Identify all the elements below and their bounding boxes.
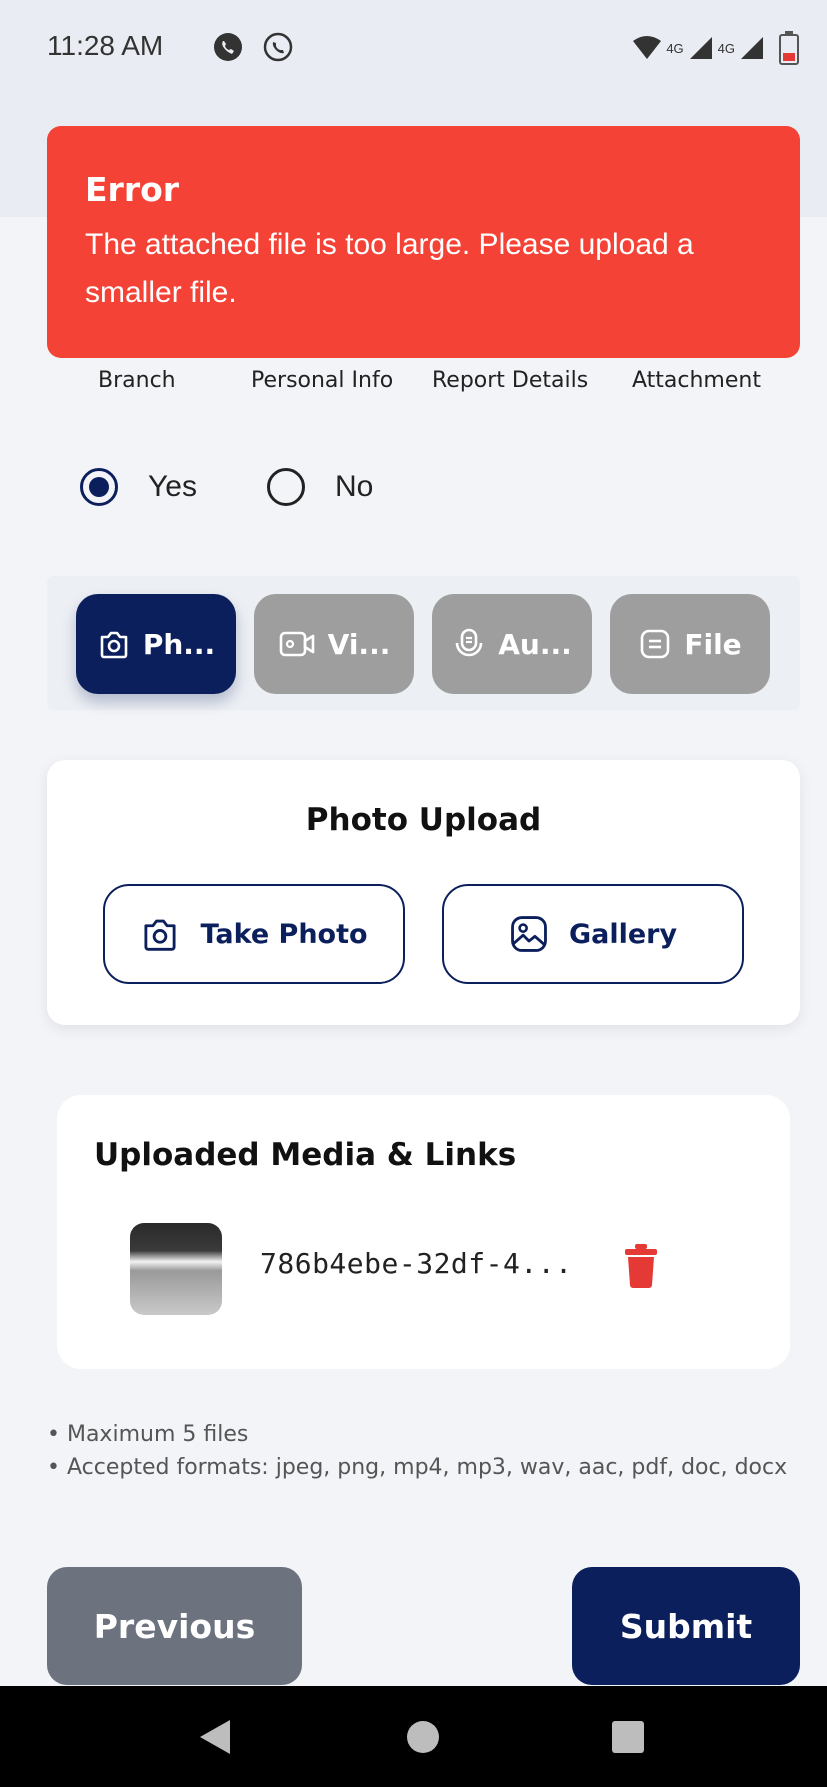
- signal-icon: [741, 37, 763, 59]
- status-time: 11:28 AM: [47, 30, 164, 61]
- tab-audio[interactable]: Au...: [432, 594, 592, 694]
- network-label-1: 4G: [666, 40, 684, 56]
- note-max-files: • Maximum 5 files: [47, 1422, 249, 1447]
- phone-call-icon: [263, 32, 293, 62]
- media-filename: 786b4ebe-32df-4...: [260, 1247, 573, 1280]
- step-personal-info[interactable]: Personal Info: [251, 368, 393, 393]
- uploaded-media-title: Uploaded Media & Links: [94, 1137, 517, 1173]
- step-attachment[interactable]: Attachment: [632, 368, 761, 393]
- gallery-button[interactable]: Gallery: [442, 884, 744, 984]
- gallery-icon: [511, 916, 547, 952]
- stepper: Branch Personal Info Report Details Atta…: [0, 368, 827, 398]
- nav-back-button[interactable]: [175, 1686, 255, 1787]
- tab-file-label: File: [684, 627, 742, 661]
- recents-square-icon: [612, 1720, 644, 1753]
- error-title: Error: [85, 170, 180, 209]
- delete-icon[interactable]: [623, 1243, 659, 1289]
- status-indicators: 4G 4G: [632, 30, 799, 66]
- home-circle-icon: [407, 1720, 439, 1753]
- radio-no-label[interactable]: No: [335, 470, 373, 504]
- note-accepted-formats: • Accepted formats: jpeg, png, mp4, mp3,…: [47, 1455, 788, 1480]
- radio-yes[interactable]: [80, 468, 118, 506]
- photo-upload-title: Photo Upload: [305, 802, 542, 838]
- previous-button[interactable]: Previous: [47, 1567, 302, 1685]
- wifi-icon: [633, 36, 662, 59]
- error-message: The attached file is too large. Please u…: [85, 228, 694, 309]
- step-report-details[interactable]: Report Details: [432, 368, 588, 393]
- nav-recents-button[interactable]: [588, 1686, 668, 1787]
- photo-upload-card: Photo Upload Take Photo Gallery: [47, 760, 800, 1025]
- radio-dot: [89, 477, 109, 497]
- tab-audio-label: Au...: [498, 627, 572, 661]
- error-banner: Error The attached file is too large. Pl…: [47, 126, 800, 358]
- video-icon: [279, 631, 314, 657]
- microphone-icon: [455, 628, 483, 657]
- status-bar: 11:28 AM 4G 4G: [0, 0, 827, 100]
- uploaded-media-card: Uploaded Media & Links 786b4ebe-32df-4..…: [57, 1095, 790, 1369]
- nav-home-button[interactable]: [383, 1686, 463, 1787]
- network-label-2: 4G: [717, 40, 735, 56]
- back-triangle-icon: [200, 1719, 230, 1754]
- radio-yes-label[interactable]: Yes: [148, 470, 197, 504]
- submit-button[interactable]: Submit: [572, 1567, 800, 1685]
- media-type-tabs: Ph... Vi... Au... File: [47, 576, 800, 710]
- media-thumbnail[interactable]: [130, 1223, 222, 1315]
- tab-video-label: Vi...: [327, 627, 391, 661]
- tab-photo[interactable]: Ph...: [76, 594, 236, 694]
- tab-video[interactable]: Vi...: [254, 594, 414, 694]
- tab-file[interactable]: File: [610, 594, 770, 694]
- camera-icon: [144, 919, 176, 951]
- step-branch[interactable]: Branch: [98, 368, 176, 393]
- radio-no[interactable]: [266, 468, 305, 506]
- gallery-label: Gallery: [568, 918, 678, 950]
- file-icon: [641, 629, 670, 659]
- signal-icon: [689, 37, 712, 59]
- take-photo-button[interactable]: Take Photo: [103, 884, 405, 984]
- take-photo-label: Take Photo: [200, 918, 368, 950]
- tab-photo-label: Ph...: [142, 627, 216, 661]
- upload-notes: • Maximum 5 files • Accepted formats: jp…: [47, 1418, 797, 1484]
- camera-icon: [100, 631, 128, 659]
- system-nav-bar: [0, 1686, 827, 1787]
- whatsapp-icon: [214, 33, 242, 61]
- radio-group: Yes No: [80, 465, 373, 509]
- battery-icon: [779, 31, 799, 65]
